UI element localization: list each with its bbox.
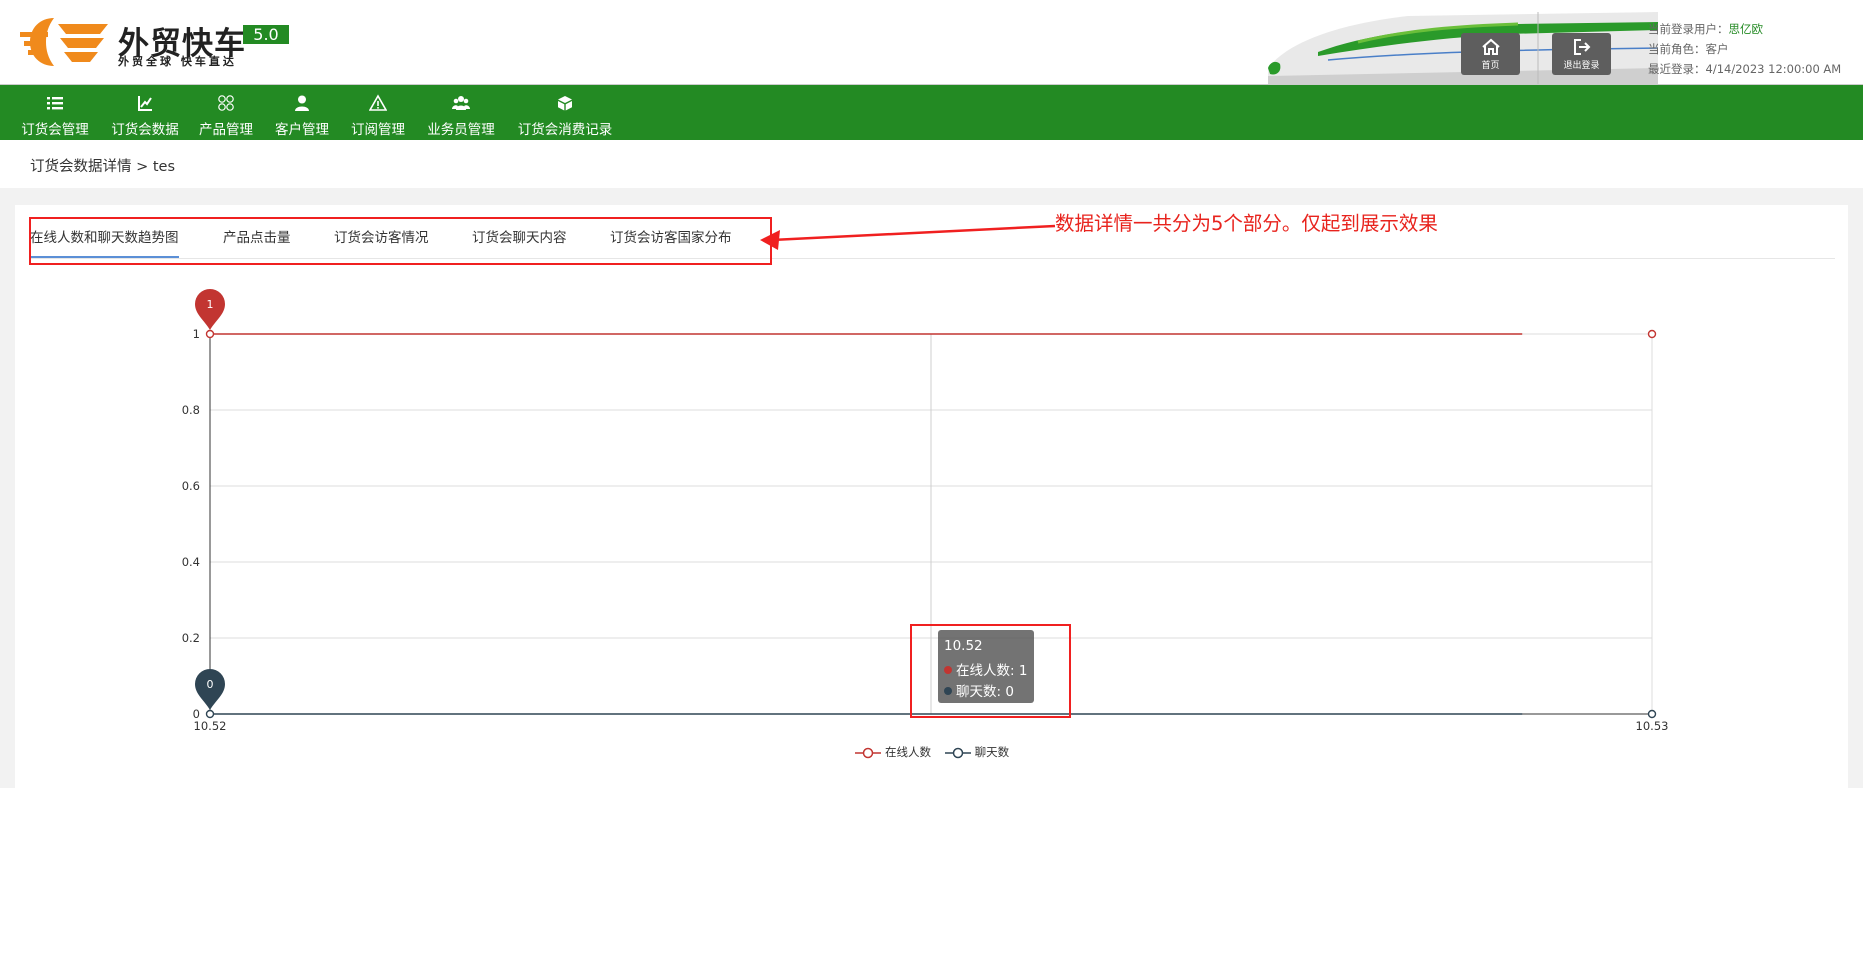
annotation-tooltip-highlight: [910, 624, 1071, 718]
annotation-arrow-icon: [760, 224, 1056, 250]
annotation-text: 数据详情一共分为5个部分。仅起到展示效果: [1055, 212, 1438, 235]
